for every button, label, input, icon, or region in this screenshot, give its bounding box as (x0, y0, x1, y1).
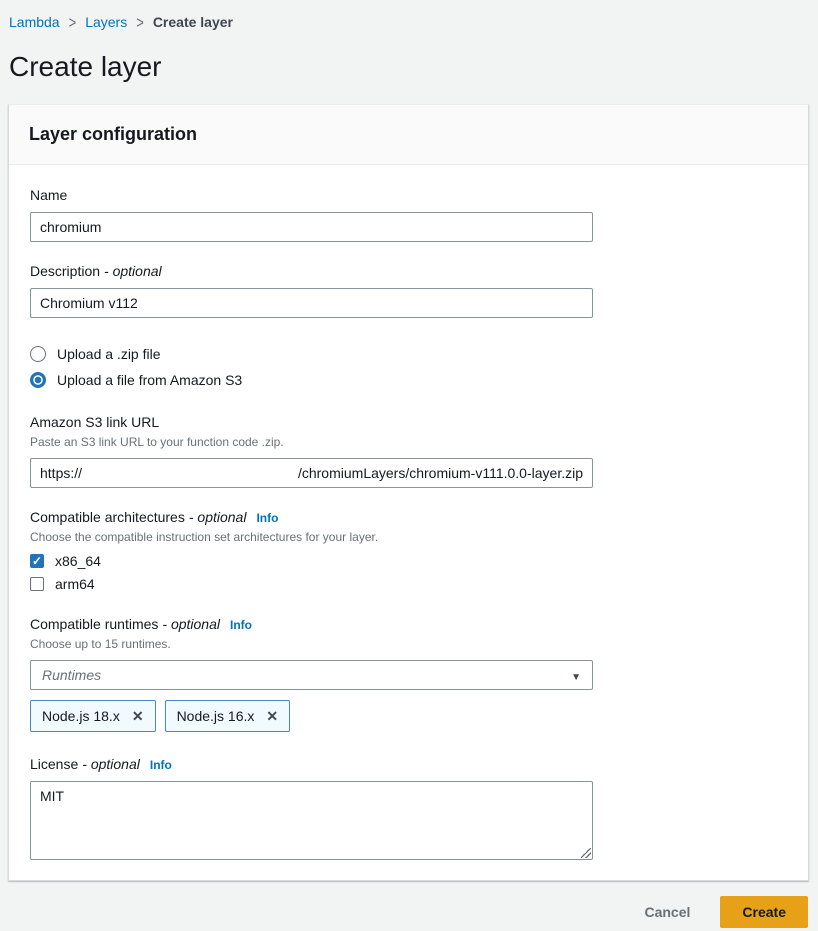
license-field: License- optional Info MIT (30, 756, 593, 860)
runtimes-info-link[interactable]: Info (230, 618, 252, 632)
radio-selected-icon (30, 372, 46, 388)
checkbox-x86-64-label: x86_64 (55, 553, 101, 569)
page-title: Create layer (9, 51, 810, 83)
architectures-info-link[interactable]: Info (256, 511, 278, 525)
radio-unselected-icon (30, 346, 46, 362)
runtime-token-nodejs18: Node.js 18.x (30, 700, 156, 732)
radio-upload-s3[interactable]: Upload a file from Amazon S3 (30, 372, 788, 388)
runtimes-label: Compatible runtimes- optional (30, 616, 220, 632)
radio-upload-s3-label: Upload a file from Amazon S3 (57, 372, 242, 388)
license-info-link[interactable]: Info (150, 758, 172, 772)
architectures-helper: Choose the compatible instruction set ar… (30, 530, 593, 545)
breadcrumb-link-lambda[interactable]: Lambda (9, 14, 60, 30)
upload-type-radio-group: Upload a .zip file Upload a file from Am… (30, 346, 788, 388)
architectures-label: Compatible architectures- optional (30, 509, 246, 525)
resize-handle-icon[interactable] (581, 848, 591, 858)
architectures-label-text: Compatible architectures (30, 509, 185, 525)
name-field: Name (30, 187, 593, 242)
remove-token-icon[interactable] (266, 708, 278, 725)
s3-url-input[interactable]: https:// /chromiumLayers/chromium-v111.0… (30, 458, 593, 488)
breadcrumb: Lambda > Layers > Create layer (0, 0, 818, 30)
name-label: Name (30, 187, 67, 203)
optional-suffix: - optional (82, 756, 140, 772)
runtimes-helper: Choose up to 15 runtimes. (30, 637, 593, 652)
optional-suffix: - optional (189, 509, 247, 525)
license-textarea[interactable]: MIT (30, 781, 593, 860)
description-label: Description- optional (30, 263, 162, 279)
runtimes-placeholder: Runtimes (42, 667, 101, 683)
runtime-token-nodejs16: Node.js 16.x (165, 700, 291, 732)
s3-url-prefix: https:// (40, 465, 82, 481)
license-label: License- optional (30, 756, 140, 772)
layer-configuration-panel: Layer configuration Name Description- op… (8, 104, 809, 881)
panel-body: Name Description- optional Upload a .zip… (9, 165, 808, 880)
token-label: Node.js 18.x (42, 708, 120, 724)
name-input[interactable] (30, 212, 593, 242)
checkbox-checked-icon (30, 554, 44, 568)
radio-upload-zip-label: Upload a .zip file (57, 346, 161, 362)
create-layer-page: Lambda > Layers > Create layer Create la… (0, 0, 818, 928)
radio-upload-zip[interactable]: Upload a .zip file (30, 346, 788, 362)
runtimes-field: Compatible runtimes- optional Info Choos… (30, 616, 593, 732)
checkbox-x86-64[interactable]: x86_64 (30, 553, 593, 569)
breadcrumb-current: Create layer (153, 14, 233, 30)
s3-url-field: Amazon S3 link URL Paste an S3 link URL … (30, 414, 593, 488)
breadcrumb-separator-icon: > (136, 13, 144, 32)
create-button[interactable]: Create (720, 896, 808, 928)
description-label-text: Description (30, 263, 100, 279)
breadcrumb-link-layers[interactable]: Layers (85, 14, 127, 30)
runtime-tokens: Node.js 18.x Node.js 16.x (30, 700, 593, 732)
optional-suffix: - optional (104, 263, 162, 279)
s3-url-suffix: /chromiumLayers/chromium-v111.0.0-layer.… (298, 465, 583, 481)
runtimes-select[interactable]: Runtimes (30, 660, 593, 690)
s3-url-label: Amazon S3 link URL (30, 414, 159, 430)
checkbox-arm64[interactable]: arm64 (30, 576, 593, 592)
checkbox-unchecked-icon (30, 577, 44, 591)
runtimes-label-text: Compatible runtimes (30, 616, 158, 632)
dropdown-arrow-icon (571, 667, 581, 683)
breadcrumb-separator-icon: > (69, 13, 77, 32)
token-label: Node.js 16.x (177, 708, 255, 724)
description-input[interactable] (30, 288, 593, 318)
license-label-text: License (30, 756, 78, 772)
architectures-field: Compatible architectures- optional Info … (30, 509, 593, 592)
s3-url-helper: Paste an S3 link URL to your function co… (30, 435, 593, 450)
panel-header: Layer configuration (9, 105, 808, 165)
cancel-button[interactable]: Cancel (644, 904, 690, 920)
remove-token-icon[interactable] (132, 708, 144, 725)
checkbox-arm64-label: arm64 (55, 576, 95, 592)
optional-suffix: - optional (162, 616, 220, 632)
description-field: Description- optional (30, 263, 593, 318)
form-actions: Cancel Create (0, 896, 808, 928)
panel-title: Layer configuration (29, 124, 788, 145)
